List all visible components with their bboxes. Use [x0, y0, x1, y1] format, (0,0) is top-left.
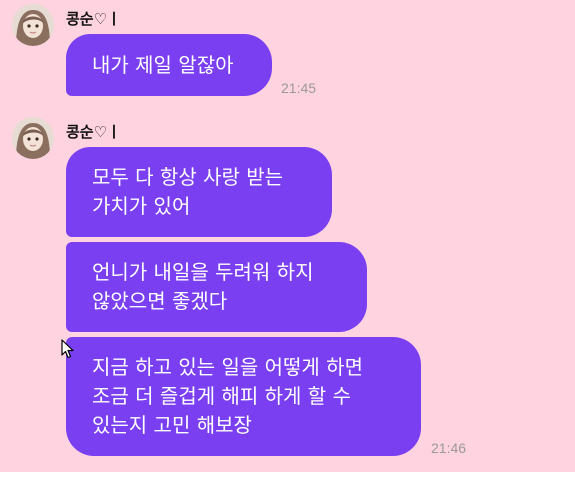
avatar[interactable]	[12, 4, 54, 46]
message-text: 언니가 내일을 두려워 하지	[92, 260, 314, 284]
message-text: 내가 제일 알잖아	[92, 52, 234, 77]
message-text: 가치가 있어	[92, 194, 191, 218]
chat-area: 콩순♡ㅣ 내가 제일 알잖아 21:45 콩순♡ㅣ 모두 다 항상 사랑 받는 …	[0, 0, 575, 472]
message-bubble[interactable]: 내가 제일 알잖아	[66, 34, 272, 96]
mouse-pointer-icon	[61, 339, 74, 359]
profile-avatar-icon	[12, 117, 54, 159]
message-time: 21:45	[281, 80, 317, 96]
message-time: 21:46	[431, 440, 467, 456]
message-text: 않았으면 좋겠다	[92, 289, 228, 313]
message-bubble[interactable]: 지금 하고 있는 일을 어떻게 하면 조금 더 즐겁게 해피 하게 할 수 있는…	[66, 337, 421, 456]
profile-avatar-icon	[12, 4, 54, 46]
message-text: 모두 다 항상 사랑 받는	[92, 165, 284, 189]
message-bubble[interactable]: 모두 다 항상 사랑 받는 가치가 있어	[66, 147, 332, 237]
sender-name: 콩순♡ㅣ	[66, 10, 121, 28]
message-bubble[interactable]: 언니가 내일을 두려워 하지 않았으면 좋겠다	[66, 242, 367, 332]
message-text: 있는지 고민 해보장	[92, 413, 252, 437]
message-text: 조금 더 즐겁게 해피 하게 할 수	[92, 384, 351, 408]
sender-name: 콩순♡ㅣ	[66, 123, 121, 141]
avatar[interactable]	[12, 117, 54, 159]
message-text: 지금 하고 있는 일을 어떻게 하면	[92, 355, 363, 379]
